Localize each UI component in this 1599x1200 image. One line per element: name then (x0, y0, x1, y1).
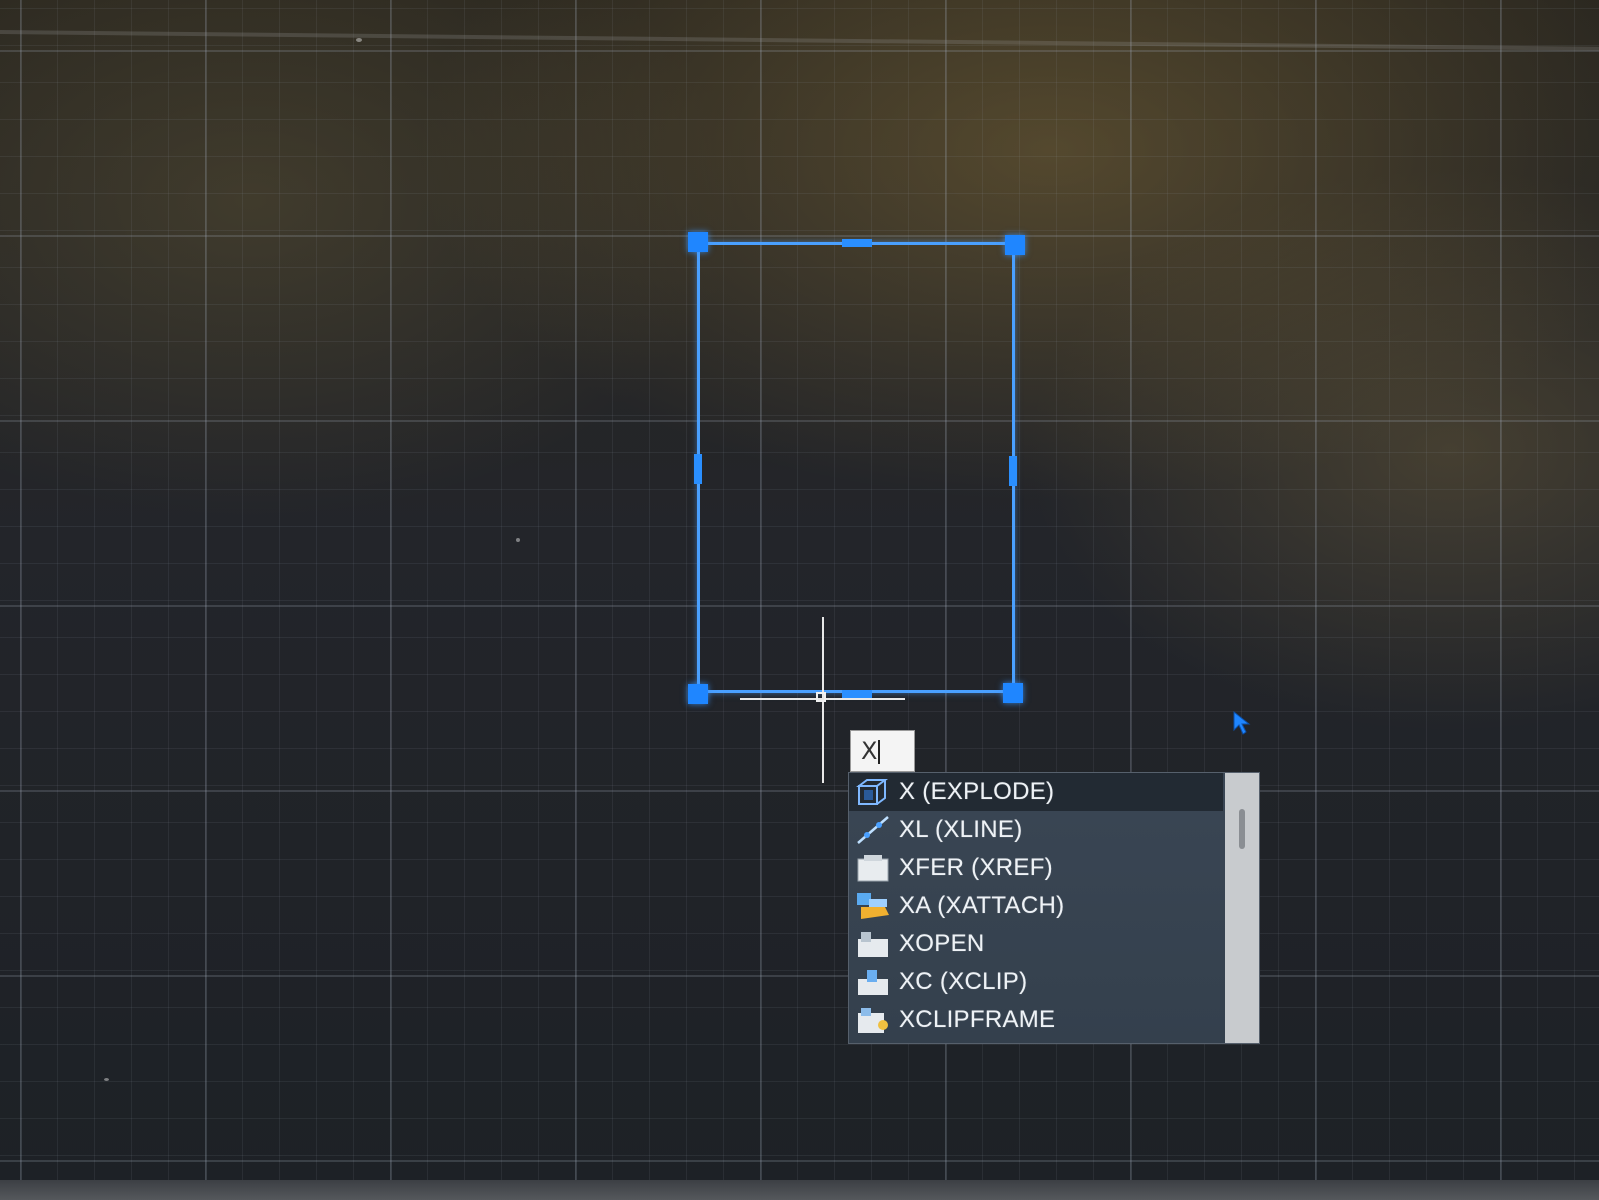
grip-mid-left[interactable] (694, 454, 702, 484)
autocomplete-item-label: XL (XLINE) (899, 816, 1023, 843)
dust-speck (516, 538, 520, 542)
autocomplete-item-label: XOPEN (899, 930, 985, 957)
dust-speck (356, 38, 362, 42)
explode-icon (855, 777, 891, 807)
grip-mid-top[interactable] (842, 239, 872, 247)
autocomplete-item-label: XFER (XREF) (899, 854, 1053, 881)
grip-bottom-right[interactable] (1003, 683, 1023, 703)
autocomplete-item-xref[interactable]: XFER (XREF) (849, 849, 1223, 887)
drawing-area[interactable]: X X (EXPLODE) XL (XLINE) XFER (XREF) XA … (0, 0, 1599, 1200)
grip-top-left[interactable] (688, 232, 708, 252)
grip-bottom-left[interactable] (688, 684, 708, 704)
autocomplete-item-label: XA (XATTACH) (899, 892, 1065, 919)
grip-top-right[interactable] (1005, 235, 1025, 255)
autocomplete-item-xline[interactable]: XL (XLINE) (849, 811, 1223, 849)
command-autocomplete-list[interactable]: X (EXPLODE) XL (XLINE) XFER (XREF) XA (X… (848, 772, 1260, 1044)
xopen-icon (855, 929, 891, 959)
grip-mid-bottom[interactable] (842, 690, 872, 698)
scrollbar-thumb[interactable] (1239, 809, 1245, 849)
autocomplete-item-label: XC (XCLIP) (899, 968, 1028, 995)
autocomplete-scrollbar[interactable] (1225, 773, 1259, 1043)
crosshair-pickbox (816, 692, 826, 702)
xattach-icon (855, 891, 891, 921)
command-input-value: X (861, 737, 878, 765)
xline-icon (855, 815, 891, 845)
text-caret (878, 740, 881, 764)
autocomplete-item-xopen[interactable]: XOPEN (849, 925, 1223, 963)
autocomplete-item-xattach[interactable]: XA (XATTACH) (849, 887, 1223, 925)
autocomplete-item-label: XCLIPFRAME (899, 1006, 1056, 1033)
autocomplete-item-label: X (EXPLODE) (899, 778, 1055, 805)
autocomplete-item-xclipframe[interactable]: XCLIPFRAME (849, 1001, 1223, 1039)
pointer-arrow-icon (1232, 710, 1254, 740)
grip-mid-right[interactable] (1009, 456, 1017, 486)
selected-rectangle[interactable] (697, 242, 1015, 693)
autocomplete-item-explode[interactable]: X (EXPLODE) (849, 773, 1223, 811)
autocomplete-item-xclip[interactable]: XC (XCLIP) (849, 963, 1223, 1001)
command-input[interactable]: X (850, 730, 915, 772)
xclip-icon (855, 967, 891, 997)
dust-speck (104, 1078, 109, 1081)
xref-icon (855, 853, 891, 883)
screen-bottom-edge (0, 1180, 1599, 1200)
xclipframe-icon (855, 1005, 891, 1035)
